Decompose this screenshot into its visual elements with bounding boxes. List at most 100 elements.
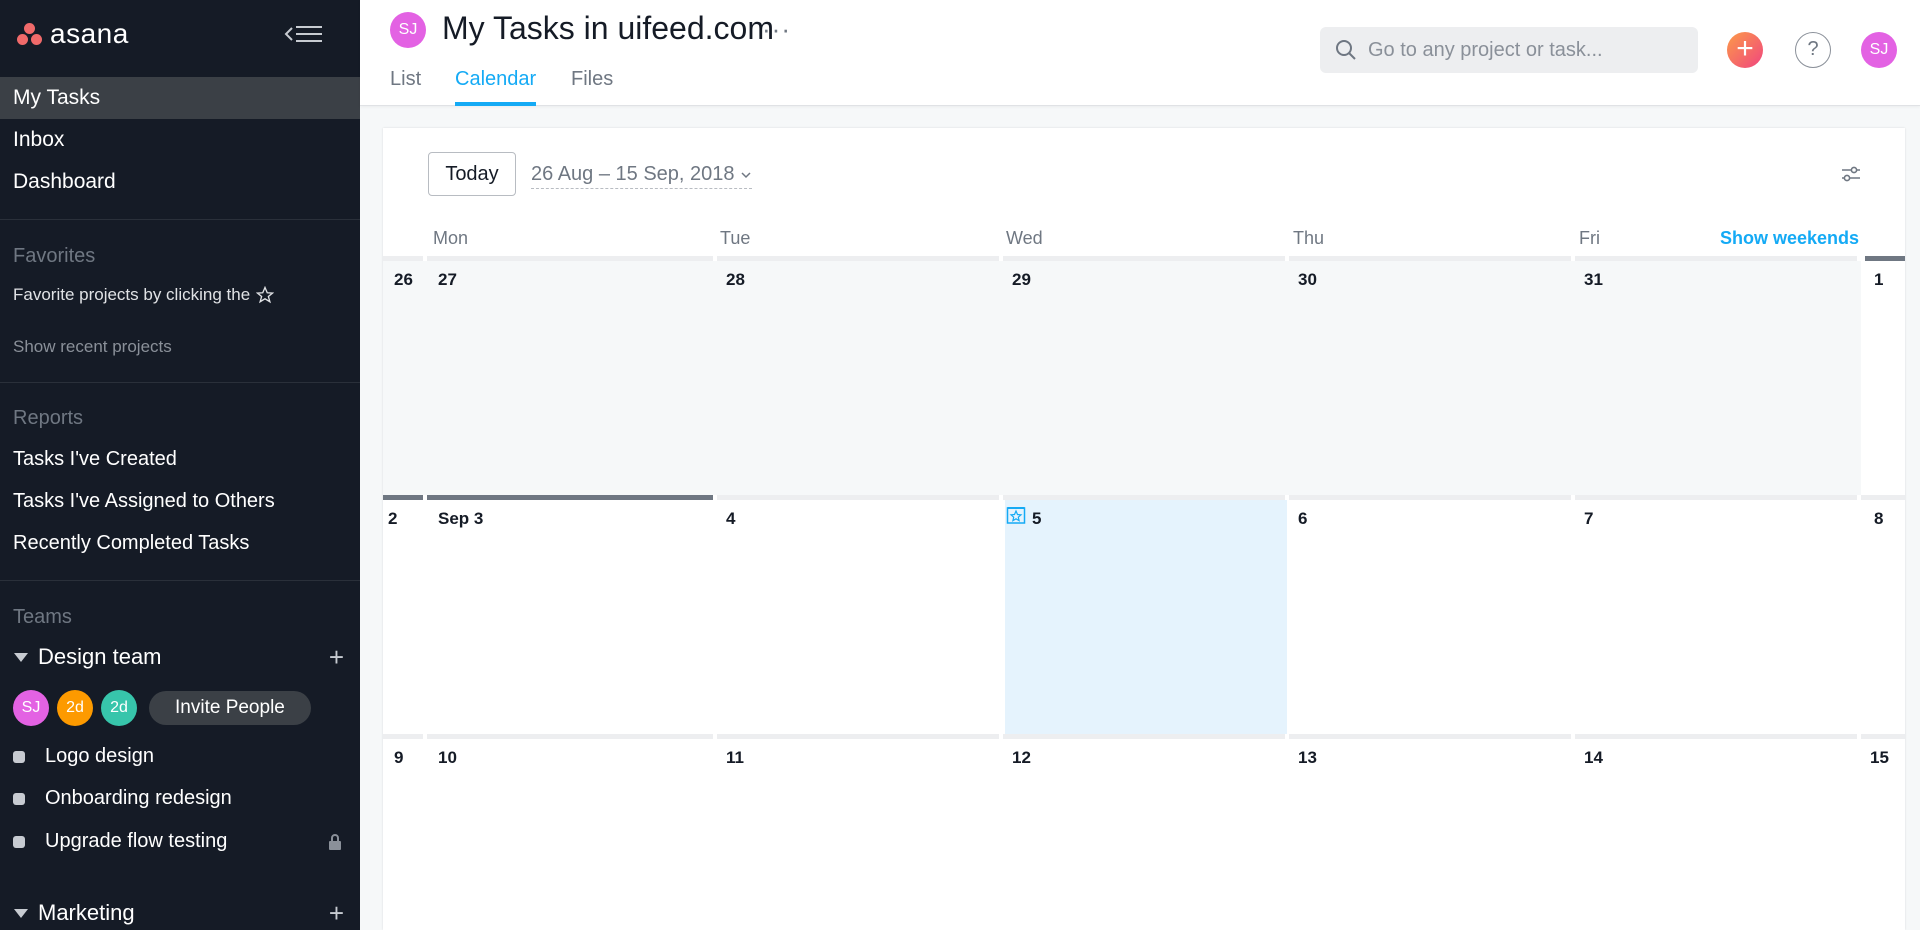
header: SJ My Tasks in uifeed.com ··· List Calen… <box>360 0 1920 106</box>
show-weekends-link[interactable]: Show weekends <box>1720 228 1859 249</box>
day-number[interactable]: 14 <box>1584 748 1603 768</box>
tab-calendar[interactable]: Calendar <box>455 68 537 106</box>
caret-down-icon[interactable] <box>14 908 28 918</box>
divider <box>0 219 360 220</box>
today-button[interactable]: Today <box>428 152 516 196</box>
day-number[interactable]: 15 <box>1870 748 1889 768</box>
week-divider <box>1861 495 1905 500</box>
week-divider <box>1289 734 1571 739</box>
show-recent-projects-link[interactable]: Show recent projects <box>13 337 172 357</box>
day-number[interactable]: 1 <box>1874 270 1883 290</box>
project-logo-design[interactable]: Logo design <box>13 745 343 768</box>
day-number-today[interactable]: 5 <box>1032 509 1041 529</box>
day-number[interactable]: 10 <box>438 748 457 768</box>
divider <box>0 382 360 383</box>
project-upgrade-flow-testing[interactable]: Upgrade flow testing <box>13 830 343 853</box>
report-recently-completed[interactable]: Recently Completed Tasks <box>13 532 249 555</box>
favorites-title: Favorites <box>13 245 96 267</box>
team-name[interactable]: Marketing <box>38 900 135 926</box>
report-tasks-assigned[interactable]: Tasks I've Assigned to Others <box>13 490 275 513</box>
team-name[interactable]: Design team <box>38 644 162 670</box>
page-title: My Tasks in uifeed.com <box>442 10 774 46</box>
today-star-icon <box>1006 507 1026 524</box>
date-range-dropdown[interactable]: 26 Aug – 15 Sep, 2018 <box>531 163 753 189</box>
project-onboarding-redesign[interactable]: Onboarding redesign <box>13 787 343 810</box>
day-number[interactable]: 7 <box>1584 509 1593 529</box>
search-input[interactable] <box>1368 38 1688 62</box>
day-number[interactable]: 27 <box>438 270 457 290</box>
day-number[interactable]: 29 <box>1012 270 1031 290</box>
day-number[interactable]: Sep 3 <box>438 509 483 529</box>
week-divider <box>1861 734 1905 739</box>
day-number[interactable]: 8 <box>1874 509 1883 529</box>
week-divider <box>427 495 713 500</box>
caret-down-icon[interactable] <box>14 652 28 662</box>
tab-files[interactable]: Files <box>571 68 613 106</box>
project-name[interactable]: Logo design <box>45 745 154 768</box>
week-divider <box>1289 495 1571 500</box>
day-header-wed: Wed <box>1006 228 1043 248</box>
day-number[interactable]: 4 <box>726 509 735 529</box>
day-number[interactable]: 11 <box>726 748 744 768</box>
add-project-icon[interactable]: + <box>329 898 344 929</box>
nav-dashboard[interactable]: Dashboard <box>0 161 360 203</box>
add-project-icon[interactable]: + <box>329 642 344 673</box>
search-bar[interactable] <box>1320 27 1698 73</box>
week-divider <box>1865 256 1905 261</box>
day-header-fri: Fri <box>1579 228 1600 248</box>
project-name[interactable]: Upgrade flow testing <box>45 830 227 853</box>
day-header-mon: Mon <box>433 228 469 248</box>
nav-inbox[interactable]: Inbox <box>0 119 360 161</box>
day-number[interactable]: 26 <box>394 270 413 290</box>
lock-icon <box>329 833 341 850</box>
project-color-icon <box>13 750 25 763</box>
day-number[interactable]: 13 <box>1298 748 1317 768</box>
avatar[interactable]: SJ <box>13 690 49 726</box>
logo-text: asana <box>50 18 129 49</box>
avatar[interactable]: 2d <box>57 690 93 726</box>
day-header-tue: Tue <box>720 228 751 248</box>
collapse-sidebar-icon[interactable] <box>282 18 326 50</box>
help-button[interactable]: ? <box>1795 32 1831 68</box>
nav-my-tasks[interactable]: My Tasks <box>0 77 360 119</box>
chevron-down-icon <box>741 172 751 179</box>
search-icon <box>1336 40 1356 60</box>
day-number[interactable]: 28 <box>726 270 745 290</box>
day-number[interactable]: 2 <box>388 509 397 529</box>
avatar[interactable]: 2d <box>101 690 137 726</box>
week-row-past <box>383 261 1861 495</box>
tab-list[interactable]: List <box>390 68 421 106</box>
week-divider <box>427 734 713 739</box>
team-design[interactable]: Design team + <box>14 642 344 673</box>
user-avatar-button[interactable]: SJ <box>1861 32 1897 68</box>
date-range-label[interactable]: 26 Aug – 15 Sep, 2018 <box>531 163 735 185</box>
favorites-hint: Favorite projects by clicking the <box>13 285 275 305</box>
day-number[interactable]: 30 <box>1298 270 1317 290</box>
divider <box>0 580 360 581</box>
reports-title: Reports <box>13 407 84 429</box>
day-number[interactable]: 12 <box>1012 748 1031 768</box>
week-divider <box>1003 734 1285 739</box>
day-header-thu: Thu <box>1293 228 1325 248</box>
project-color-icon <box>13 835 25 848</box>
asana-logo-icon <box>16 22 44 46</box>
today-cell[interactable] <box>1005 500 1287 734</box>
day-number[interactable]: 6 <box>1298 509 1307 529</box>
day-number[interactable]: 31 <box>1584 270 1603 290</box>
quick-add-button[interactable]: + <box>1727 32 1763 68</box>
week-divider <box>383 734 423 739</box>
sidebar: asana My Tasks Inbox Dashboard Favorites… <box>0 0 360 930</box>
teams-title: Teams <box>13 606 72 628</box>
asana-logo[interactable]: asana <box>16 18 129 50</box>
project-name[interactable]: Onboarding redesign <box>45 787 232 810</box>
more-options-icon[interactable]: ··· <box>762 14 791 45</box>
invite-people-button[interactable]: Invite People <box>149 691 311 725</box>
day-number[interactable]: 9 <box>394 748 403 768</box>
avatar[interactable]: SJ <box>390 12 426 48</box>
favorites-hint-text: Favorite projects by clicking the <box>13 285 251 304</box>
team-marketing[interactable]: Marketing + <box>14 898 344 929</box>
star-icon <box>256 286 275 304</box>
report-tasks-created[interactable]: Tasks I've Created <box>13 448 177 471</box>
filter-settings-icon[interactable] <box>1839 162 1863 186</box>
calendar: Today 26 Aug – 15 Sep, 2018 Mon Tue Wed … <box>383 128 1905 930</box>
